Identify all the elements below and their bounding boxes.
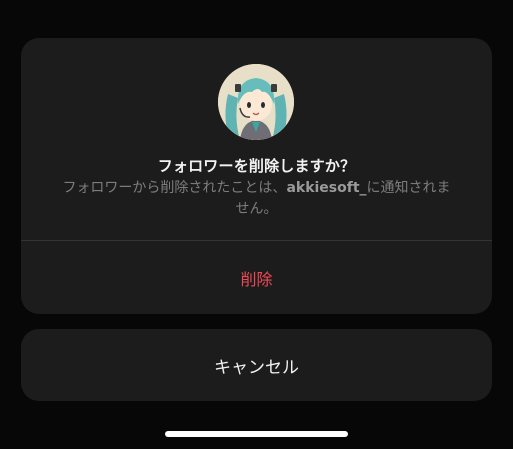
description-username: akkiesoft_ — [286, 180, 367, 196]
description-prefix: フォロワーから削除されたことは、 — [62, 180, 287, 196]
delete-button[interactable]: 削除 — [21, 241, 492, 314]
home-indicator — [165, 431, 348, 437]
remove-follower-screen: フォロワーを削除しますか？ フォロワーから削除されたことは、akkiesoft_… — [0, 0, 513, 449]
avatar — [218, 64, 294, 140]
dialog-title: フォロワーを削除しますか？ — [157, 157, 356, 175]
remove-follower-dialog: フォロワーを削除しますか？ フォロワーから削除されたことは、akkiesoft_… — [21, 38, 492, 314]
dialog-description: フォロワーから削除されたことは、akkiesoft_に通知されません。 — [57, 178, 456, 220]
avatar-illustration-icon — [218, 64, 294, 140]
cancel-button[interactable]: キャンセル — [21, 329, 492, 401]
